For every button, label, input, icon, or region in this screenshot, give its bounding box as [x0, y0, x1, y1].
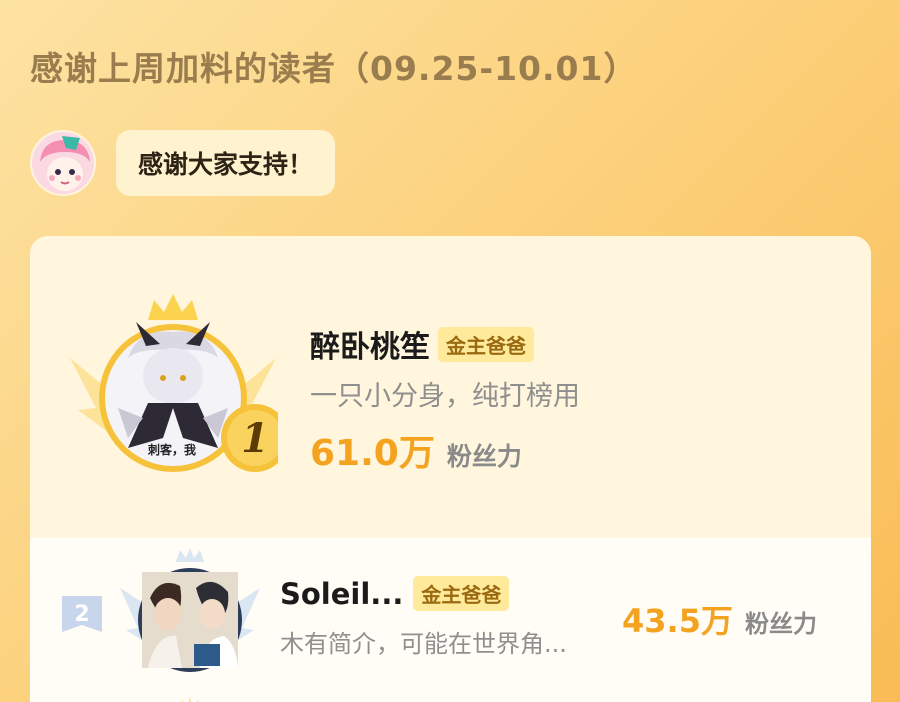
rank2-avatar	[142, 572, 238, 668]
rank2-username[interactable]: Soleil...	[280, 577, 403, 611]
rank1-badge: 金主爸爸	[438, 326, 534, 362]
mascot-message: 感谢大家支持！	[138, 150, 314, 179]
rank2-score: 43.5万	[622, 602, 733, 640]
rank2-badge: 2	[62, 596, 102, 632]
leaderboard-card: 刺客，我 1 醉卧桃笙 金主爸爸 一只小分身，纯打榜用 61.0万 粉丝力 2	[30, 236, 871, 702]
crown-icon	[148, 294, 198, 320]
rank1-bio: 一只小分身，纯打榜用	[310, 381, 580, 412]
rank2-number: 2	[74, 602, 89, 627]
mascot-speech-bubble: 感谢大家支持！	[116, 130, 336, 196]
rank1-score: 61.0万	[310, 433, 435, 474]
rank1-avatar-caption: 刺客，我	[147, 442, 196, 457]
crown-icon	[176, 548, 204, 562]
rank2-avatar-emblem	[120, 548, 260, 672]
leaderboard-entry-1[interactable]: 刺客，我 1 醉卧桃笙 金主爸爸 一只小分身，纯打榜用 61.0万 粉丝力	[30, 236, 871, 538]
rank2-badge-label: 金主爸爸	[413, 576, 510, 611]
rank2-bio: 木有简介，可能在世界角...	[280, 630, 567, 658]
rank1-username[interactable]: 醉卧桃笙	[310, 322, 430, 366]
rank3-crown-icon	[181, 696, 199, 702]
rank2-score-unit: 粉丝力	[744, 610, 817, 638]
rank1-avatar-emblem: 刺客，我 1	[70, 294, 278, 472]
mascot-avatar	[30, 130, 96, 196]
rank1-number: 1	[241, 415, 269, 462]
rank1-score-unit: 粉丝力	[446, 442, 522, 471]
page-title: 感谢上周加料的读者（09.25-10.01）	[30, 49, 638, 88]
mascot-image	[32, 132, 94, 194]
